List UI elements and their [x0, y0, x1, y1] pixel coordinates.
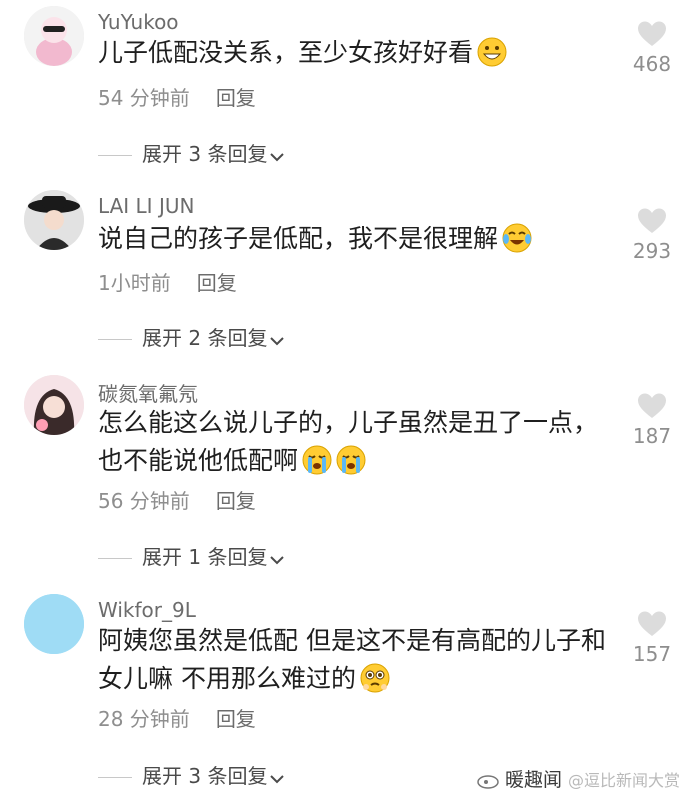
comment-text-line-1: 怎么能这么说儿子的，儿子虽然是丑了一点，: [98, 408, 599, 437]
comment-meta: 1小时前 回复: [98, 267, 237, 296]
expand-replies-button[interactable]: 展开 1 条回复: [98, 541, 285, 571]
comment-text-line-2: 女儿嘛 不用那么难过的: [98, 660, 618, 704]
heart-icon: [638, 208, 666, 233]
grinning-face-icon: [477, 37, 507, 78]
avatar[interactable]: [24, 375, 84, 435]
reply-button[interactable]: 回复: [197, 271, 237, 295]
comment-text-content: 说自己的孩子是低配，我不是很理解: [98, 224, 499, 253]
timestamp: 1小时前: [98, 271, 171, 295]
comment-text-line-2: 也不能说他低配啊: [98, 442, 618, 486]
username[interactable]: 碳氮氧氟氖: [98, 378, 198, 407]
comment-meta: 56 分钟前 回复: [98, 485, 256, 514]
like-count: 157: [632, 642, 672, 666]
chevron-down-icon: [269, 144, 285, 168]
divider: [98, 155, 132, 156]
like-button[interactable]: 187: [622, 392, 682, 448]
expand-label: 展开 2 条回复: [142, 326, 268, 350]
reply-button[interactable]: 回复: [216, 86, 256, 110]
divider: [98, 339, 132, 340]
expand-replies-button[interactable]: 展开 3 条回复: [98, 760, 285, 790]
avatar[interactable]: [24, 594, 84, 654]
comment-text: 说自己的孩子是低配，我不是很理解: [98, 220, 598, 264]
avatar-image-icon: [24, 190, 84, 250]
comment-meta: 28 分钟前 回复: [98, 703, 256, 732]
watermark-main: 暖趣闻: [504, 769, 562, 791]
like-count: 468: [632, 52, 672, 76]
watermark: 暖趣闻 @逗比新闻大赏: [477, 765, 680, 792]
avatar-image-icon: [24, 375, 84, 435]
avatar-image-icon: [24, 594, 84, 654]
chevron-down-icon: [269, 328, 285, 352]
comment-text-content: 儿子低配没关系，至少女孩好好看: [98, 38, 474, 67]
comment-text: 儿子低配没关系，至少女孩好好看: [98, 34, 598, 78]
timestamp: 28 分钟前: [98, 707, 190, 731]
divider: [98, 558, 132, 559]
loudly-crying-face-icon: [302, 445, 332, 486]
expand-label: 展开 3 条回复: [142, 764, 268, 788]
heart-icon: [638, 21, 666, 46]
divider: [98, 777, 132, 778]
expand-replies-button[interactable]: 展开 2 条回复: [98, 322, 285, 352]
like-count: 293: [632, 239, 672, 263]
timestamp: 56 分钟前: [98, 489, 190, 513]
heart-icon: [638, 611, 666, 636]
chevron-down-icon: [269, 766, 285, 790]
expand-label: 展开 3 条回复: [142, 142, 268, 166]
timestamp: 54 分钟前: [98, 86, 190, 110]
avatar-image-icon: [24, 6, 84, 66]
tears-of-joy-face-icon: [502, 223, 532, 264]
avatar[interactable]: [24, 6, 84, 66]
like-button[interactable]: 468: [622, 20, 682, 76]
comment-text-content: 也不能说他低配啊: [98, 446, 299, 475]
heart-icon: [638, 393, 666, 418]
username[interactable]: YuYukoo: [98, 10, 179, 34]
like-button[interactable]: 157: [622, 610, 682, 666]
comment-text-line-1: 阿姨您虽然是低配 但是这不是有高配的儿子和: [98, 626, 606, 655]
expand-label: 展开 1 条回复: [142, 545, 268, 569]
username[interactable]: Wikfor_9L: [98, 598, 196, 622]
watermark-secondary: @逗比新闻大赏: [567, 771, 680, 790]
watermark-logo-icon: [477, 769, 499, 791]
pleading-face-icon: [360, 663, 390, 704]
expand-replies-button[interactable]: 展开 3 条回复: [98, 138, 285, 168]
comment-text: 怎么能这么说儿子的，儿子虽然是丑了一点， 也不能说他低配啊: [98, 404, 618, 486]
loudly-crying-face-icon: [336, 445, 366, 486]
chevron-down-icon: [269, 547, 285, 571]
reply-button[interactable]: 回复: [216, 489, 256, 513]
comment-text: 阿姨您虽然是低配 但是这不是有高配的儿子和 女儿嘛 不用那么难过的: [98, 622, 618, 704]
comment-meta: 54 分钟前 回复: [98, 82, 256, 111]
username[interactable]: LAI LI JUN: [98, 194, 194, 218]
like-button[interactable]: 293: [622, 207, 682, 263]
avatar[interactable]: [24, 190, 84, 250]
reply-button[interactable]: 回复: [216, 707, 256, 731]
comment-text-content: 女儿嘛 不用那么难过的: [98, 664, 356, 693]
like-count: 187: [632, 424, 672, 448]
